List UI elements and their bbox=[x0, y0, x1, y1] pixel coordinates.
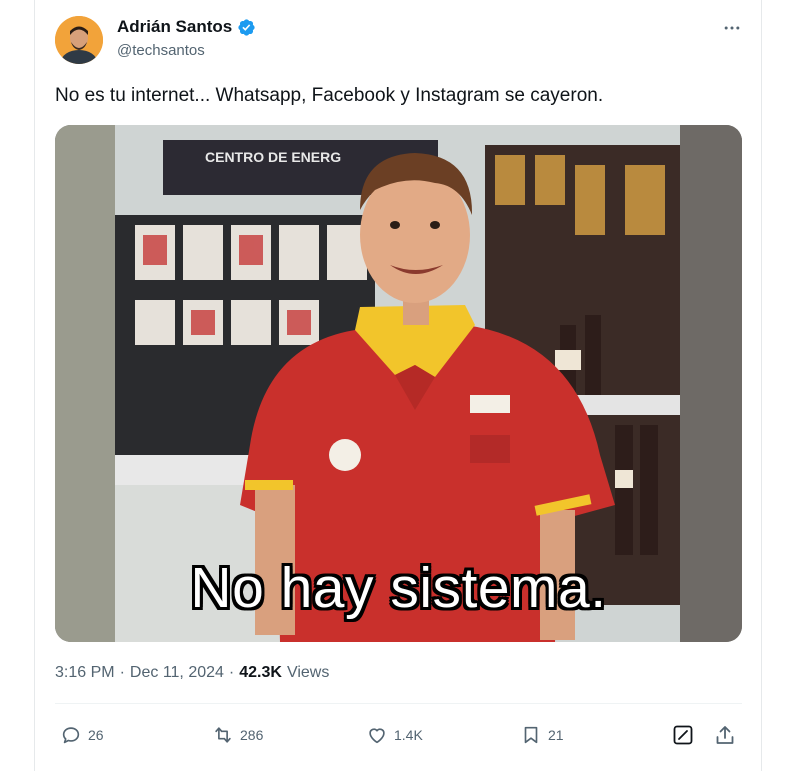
bookmark-icon bbox=[524, 726, 538, 744]
tweet-text: No es tu internet... Whatsapp, Facebook … bbox=[55, 85, 604, 106]
tweet-time[interactable]: 3:16 PM bbox=[55, 664, 115, 682]
verified-badge-icon bbox=[238, 18, 255, 36]
tweet-image[interactable]: CENTRO DE ENERG No hay sistema. bbox=[55, 125, 742, 642]
divider bbox=[55, 703, 742, 704]
grok-button[interactable] bbox=[671, 723, 695, 747]
share-icon bbox=[716, 726, 734, 744]
more-horizontal-icon bbox=[724, 26, 740, 30]
meta-separator: · bbox=[119, 664, 125, 681]
like-count: 1.4K bbox=[394, 727, 423, 743]
meme-caption: No hay sistema. bbox=[190, 556, 607, 620]
views-label: Views bbox=[286, 664, 330, 681]
avatar[interactable] bbox=[55, 16, 103, 64]
repost-count: 286 bbox=[240, 727, 264, 743]
store-sign: CENTRO DE ENERG bbox=[205, 149, 341, 165]
views-count[interactable]: 42.3K bbox=[239, 664, 282, 682]
bookmark-button[interactable]: 21 bbox=[520, 723, 564, 747]
bookmark-count: 21 bbox=[548, 727, 564, 743]
repost-arrows-icon bbox=[215, 727, 231, 743]
meta-separator: · bbox=[228, 664, 235, 681]
tweet-meta: 3:16 PM · Dec 11, 2024 · 42.3K Views bbox=[55, 664, 329, 682]
author-handle[interactable]: @techsantos bbox=[117, 42, 205, 59]
grok-icon bbox=[673, 725, 693, 745]
tweet-date[interactable]: Dec 11, 2024 bbox=[130, 664, 224, 682]
repost-button[interactable]: 286 bbox=[212, 723, 263, 747]
more-options-button[interactable] bbox=[718, 14, 746, 42]
share-button[interactable] bbox=[713, 723, 737, 747]
reply-count: 26 bbox=[88, 727, 104, 743]
like-button[interactable]: 1.4K bbox=[366, 723, 423, 747]
comment-bubble-icon bbox=[62, 727, 80, 744]
author-name-text[interactable]: Adrián Santos bbox=[117, 17, 232, 37]
heart-icon bbox=[369, 728, 385, 744]
author-name[interactable]: Adrián Santos bbox=[117, 17, 256, 37]
reply-button[interactable]: 26 bbox=[60, 723, 104, 747]
